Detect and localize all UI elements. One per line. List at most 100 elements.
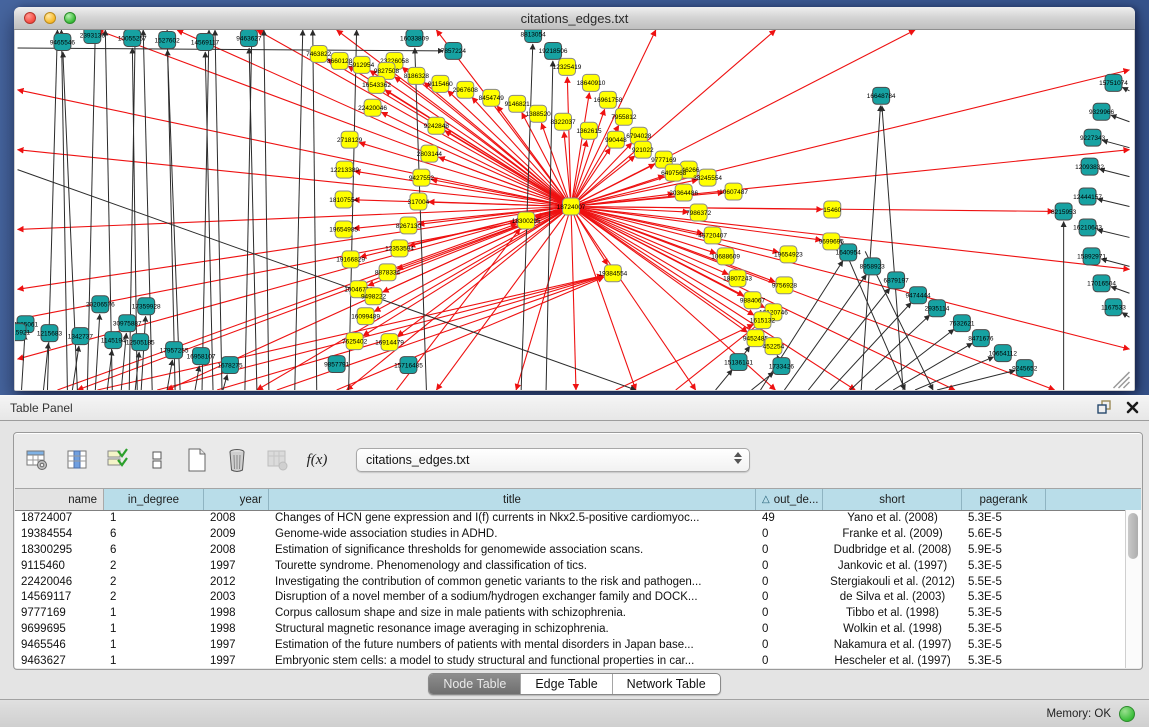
graph-node-12093832[interactable]: 12093832 <box>1075 158 1104 175</box>
delete-table-icon[interactable] <box>262 445 292 475</box>
graph-node-8267130[interactable]: 8267130 <box>396 217 422 234</box>
graph-node-19384554[interactable]: 19384554 <box>599 265 628 282</box>
graph-node-9245652[interactable]: 9245652 <box>1012 360 1038 377</box>
graph-node-15892971[interactable]: 15892971 <box>1077 248 1106 265</box>
graph-node-19166829[interactable]: 19166829 <box>336 251 365 268</box>
graph-node-16210643[interactable]: 16210643 <box>1073 219 1102 236</box>
graph-node-30975887[interactable]: 30975887 <box>113 315 142 332</box>
graph-node-9463627[interactable]: 9463627 <box>236 30 262 46</box>
column-header-short[interactable]: short <box>823 489 962 510</box>
graph-node-22420046[interactable]: 22420046 <box>358 99 387 116</box>
graph-node-8322037[interactable]: 8322037 <box>550 113 576 130</box>
table-row[interactable]: 969969511998Structural magnetic resonanc… <box>15 621 1126 637</box>
graph-node-7632621[interactable]: 7632621 <box>949 315 975 332</box>
graph-node-8813054[interactable]: 8813054 <box>521 30 547 42</box>
graph-node-12353594[interactable]: 12353594 <box>385 240 414 257</box>
network-window-titlebar[interactable]: citations_edges.txt <box>14 7 1135 30</box>
table-row[interactable]: 1938455462009Genome-wide association stu… <box>15 526 1126 542</box>
graph-node-19654985[interactable]: 19654985 <box>329 221 358 238</box>
graph-node-317004[interactable]: 317004 <box>408 193 430 210</box>
graph-node-15751074[interactable]: 15751074 <box>1099 74 1128 91</box>
graph-node-7955812[interactable]: 7955812 <box>611 108 637 125</box>
table-row[interactable]: 911546021997Tourette syndrome. Phenomeno… <box>15 558 1126 574</box>
table-row[interactable]: 946554611997Estimation of the future num… <box>15 637 1126 653</box>
graph-node-9329966[interactable]: 9329966 <box>1089 103 1115 120</box>
graph-node-12213389[interactable]: 12213389 <box>330 161 359 178</box>
close-panel-icon[interactable] <box>1123 398 1141 416</box>
graph-node-19654923[interactable]: 19654923 <box>774 246 803 263</box>
graph-node-1215683[interactable]: 1215683 <box>37 325 63 342</box>
graph-node-17016504[interactable]: 17016504 <box>1087 275 1116 292</box>
graph-node-15136141[interactable]: 15136141 <box>724 354 753 371</box>
tab-node-table[interactable]: Node Table <box>429 674 521 694</box>
graph-node-15460[interactable]: 15460 <box>823 201 841 218</box>
graph-node-1145194[interactable]: 1145194 <box>101 332 126 349</box>
column-header-name[interactable]: name <box>15 489 104 510</box>
graph-node-1342737[interactable]: 1342737 <box>68 328 94 345</box>
table-vertical-scrollbar[interactable] <box>1125 510 1141 668</box>
graph-node-45720407[interactable]: 45720407 <box>698 227 727 244</box>
graph-node-16958107[interactable]: 16958107 <box>187 348 216 365</box>
column-header-title[interactable]: title <box>269 489 756 510</box>
scrollbar-thumb[interactable] <box>1128 513 1138 559</box>
graph-node-1527602[interactable]: 1527602 <box>155 31 181 48</box>
row-height-icon[interactable] <box>142 445 172 475</box>
graph-node-10607487[interactable]: 10607487 <box>719 183 748 200</box>
graph-node-2967608[interactable]: 2967608 <box>453 81 479 98</box>
function-icon[interactable]: f(x) <box>302 445 332 475</box>
network-canvas[interactable]: 1872400774638228660128591295423226058982… <box>15 30 1134 390</box>
table-panel-header[interactable]: Table Panel <box>0 395 1149 421</box>
graph-node-10688609[interactable]: 10688609 <box>711 248 740 265</box>
graph-node-16961758[interactable]: 16961758 <box>594 91 623 108</box>
graph-node-10055257[interactable]: 10055257 <box>118 30 147 46</box>
table-select-dropdown[interactable]: citations_edges.txt <box>356 448 750 472</box>
delete-column-icon[interactable] <box>222 445 252 475</box>
column-header-pagerank[interactable]: pagerank <box>962 489 1046 510</box>
graph-node-12325419[interactable]: 12325419 <box>553 58 582 75</box>
network-graph-svg[interactable]: 1872400774638228660128591295423226058982… <box>15 30 1134 390</box>
graph-node-990448[interactable]: 990448 <box>605 131 627 148</box>
graph-node-8471676[interactable]: 8471676 <box>968 330 994 347</box>
column-checklist-icon[interactable] <box>102 445 132 475</box>
tab-network-table[interactable]: Network Table <box>613 674 720 694</box>
graph-node-8215953[interactable]: 8215953 <box>1051 203 1077 220</box>
graph-node-9857791[interactable]: 9857791 <box>324 356 350 373</box>
graph-node-19218506[interactable]: 19218506 <box>539 42 568 59</box>
graph-node-9227343[interactable]: 9227343 <box>1080 129 1106 146</box>
graph-node-8454749[interactable]: 8454749 <box>479 89 505 106</box>
column-header-year[interactable]: year <box>204 489 269 510</box>
graph-node-9115460[interactable]: 9115460 <box>428 75 453 92</box>
table-row[interactable]: 2242004622012Investigating the contribut… <box>15 574 1126 590</box>
table-row[interactable]: 946362711997Embryonic stem cells: a mode… <box>15 653 1126 668</box>
graph-node-7986372[interactable]: 7986372 <box>686 204 712 221</box>
graph-node-8958923[interactable]: 8958923 <box>860 258 886 275</box>
column-header-out_degree[interactable]: △out_de... <box>756 489 823 510</box>
graph-node-9474444[interactable]: 9474444 <box>905 287 931 304</box>
select-columns-icon[interactable] <box>62 445 92 475</box>
float-panel-icon[interactable] <box>1095 398 1113 416</box>
column-header-in_degree[interactable]: in_degree <box>104 489 204 510</box>
graph-node-15716485[interactable]: 15716485 <box>394 357 423 374</box>
new-column-icon[interactable] <box>182 445 212 475</box>
graph-node-18107554[interactable]: 18107554 <box>329 191 358 208</box>
graph-node-2718129[interactable]: 2718129 <box>337 131 363 148</box>
graph-node-452254[interactable]: 452254 <box>763 338 785 355</box>
graph-node-6879197[interactable]: 6879197 <box>884 272 910 289</box>
graph-node-8186328[interactable]: 8186328 <box>404 67 430 84</box>
graph-node-20364486[interactable]: 20364486 <box>669 184 698 201</box>
table-row[interactable]: 1872400712008Changes of HCN gene express… <box>15 510 1126 526</box>
table-row[interactable]: 977716911998Corpus callosum shape and si… <box>15 605 1126 621</box>
graph-node-9146821[interactable]: 9146821 <box>505 95 531 112</box>
table-row[interactable]: 1830029562008Estimation of significance … <box>15 542 1126 558</box>
graph-node-2393136[interactable]: 2393136 <box>80 30 106 43</box>
graph-node-16648784[interactable]: 16648784 <box>867 87 896 104</box>
resize-grip-icon[interactable] <box>1114 372 1130 388</box>
graph-node-16033809[interactable]: 16033809 <box>400 30 429 46</box>
graph-node-12444157[interactable]: 12444157 <box>1073 188 1102 205</box>
table-settings-icon[interactable] <box>22 445 52 475</box>
graph-node-10654112[interactable]: 10654112 <box>989 345 1018 362</box>
graph-node-1733426[interactable]: 1733426 <box>769 358 795 375</box>
graph-node-1362615[interactable]: 1362615 <box>576 122 602 139</box>
network-view-window[interactable]: citations_edges.txt 18724007746382286601… <box>14 7 1135 391</box>
tab-edge-table[interactable]: Edge Table <box>521 674 612 694</box>
